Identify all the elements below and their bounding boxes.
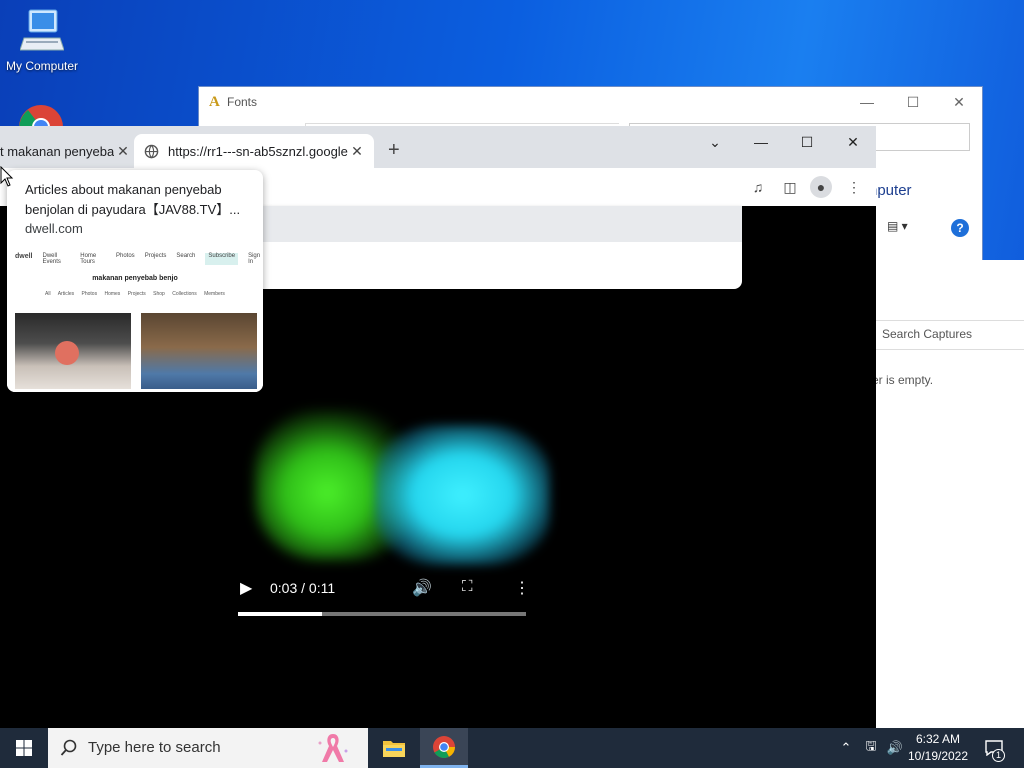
preview-nav-item: Search bbox=[176, 253, 196, 259]
windows-logo-icon bbox=[16, 740, 32, 756]
preview-heading: makanan penyebab benjo bbox=[92, 275, 178, 282]
preview-category: Members bbox=[204, 291, 225, 297]
close-button[interactable]: ✕ bbox=[936, 87, 982, 117]
more-options-icon[interactable]: ⋮ bbox=[514, 578, 530, 598]
video-progress-bar[interactable] bbox=[238, 612, 526, 616]
preview-image-2 bbox=[141, 313, 257, 389]
minimize-button[interactable]: — bbox=[738, 126, 784, 158]
mouse-cursor-icon bbox=[0, 166, 14, 187]
clock-time: 6:32 AM bbox=[915, 732, 961, 746]
search-placeholder: Type here to search bbox=[88, 739, 221, 756]
preview-nav: dwell Dwell Events Home Tours Photos Pro… bbox=[15, 253, 263, 265]
clock-date: 10/19/2022 bbox=[907, 749, 969, 763]
view-options-icon[interactable]: ▤ ▾ bbox=[887, 219, 908, 233]
preview-nav-item: Projects bbox=[144, 253, 167, 259]
font-a-icon: A bbox=[209, 94, 220, 110]
start-button[interactable] bbox=[0, 728, 48, 768]
tab-close-icon[interactable]: ✕ bbox=[348, 143, 366, 160]
desktop-icon-label: My Computer bbox=[5, 59, 79, 73]
tab-strip: t makanan penyeba ✕ https://rr1---sn-ab5… bbox=[0, 126, 876, 168]
notification-count-badge: 1 bbox=[992, 749, 1005, 762]
maximize-button[interactable]: ☐ bbox=[890, 87, 936, 117]
media-control-icon[interactable]: ♫ bbox=[747, 176, 769, 198]
captures-panel: Search Captures er is empty. bbox=[872, 260, 1024, 728]
desktop-icon-my-computer[interactable]: My Computer bbox=[0, 8, 84, 73]
search-icon bbox=[60, 739, 77, 756]
empty-message: er is empty. bbox=[872, 373, 934, 387]
taskbar-file-explorer[interactable] bbox=[370, 728, 418, 768]
preview-category: Articles bbox=[57, 291, 82, 297]
chrome-icon bbox=[19, 105, 63, 128]
preview-category: Photos bbox=[81, 291, 105, 297]
help-icon[interactable]: ? bbox=[951, 219, 969, 237]
video-frame-cyan bbox=[375, 425, 550, 565]
side-panel-icon[interactable]: ◫ bbox=[779, 176, 801, 198]
play-icon[interactable]: ▶ bbox=[240, 578, 252, 598]
profile-icon[interactable]: ● bbox=[810, 176, 832, 198]
tab-title: t makanan penyeba bbox=[0, 143, 114, 159]
preview-categories: All Articles Photos Homes Projects Shop … bbox=[7, 291, 263, 297]
fullscreen-icon[interactable]: ⛶ bbox=[462, 578, 473, 595]
taskbar: Type here to search ⌃ 🖫 🔊 6:32 AM 10/19/… bbox=[0, 728, 1024, 768]
preview-category: All bbox=[45, 291, 58, 297]
taskbar-clock[interactable]: 6:32 AM 10/19/2022 bbox=[900, 731, 976, 765]
tab-close-icon[interactable]: ✕ bbox=[114, 143, 132, 160]
computer-icon bbox=[19, 9, 65, 51]
video-controls: ▶ 0:03 / 0:11 🔊 ⛶ ⋮ bbox=[230, 572, 535, 622]
minimize-button[interactable]: — bbox=[844, 87, 890, 117]
taskbar-search-box[interactable]: Type here to search bbox=[48, 728, 368, 768]
preview-nav-item: Home Tours bbox=[80, 253, 97, 265]
hover-card-domain: dwell.com bbox=[25, 221, 83, 236]
show-hidden-icons-chevron-icon[interactable]: ⌃ bbox=[836, 728, 856, 768]
desktop-icon-chrome[interactable] bbox=[18, 104, 64, 128]
video-progress-fill bbox=[238, 612, 322, 616]
maximize-button[interactable]: ☐ bbox=[784, 126, 830, 158]
preview-nav-item: Dwell Events bbox=[42, 253, 61, 265]
close-button[interactable]: ✕ bbox=[830, 126, 876, 158]
preview-subscribe: Subscribe bbox=[205, 253, 239, 265]
new-tab-button[interactable]: + bbox=[388, 139, 400, 162]
omnibox-suggestion[interactable] bbox=[234, 206, 742, 242]
preview-category: Shop bbox=[153, 291, 173, 297]
search-captures-input[interactable]: Search Captures bbox=[876, 320, 1024, 350]
preview-signin: Sign In bbox=[248, 253, 261, 265]
hover-card-title: Articles about makanan penyebab benjolan… bbox=[25, 182, 241, 217]
omnibox-dropdown bbox=[234, 206, 742, 289]
preview-image-1 bbox=[15, 313, 131, 389]
preview-category: Homes bbox=[104, 291, 128, 297]
globe-icon bbox=[134, 144, 168, 159]
preview-brand: dwell bbox=[15, 253, 33, 260]
tab-dwell[interactable]: t makanan penyeba ✕ bbox=[0, 134, 132, 168]
tab-hover-card: Articles about makanan penyebab benjolan… bbox=[7, 170, 263, 392]
hover-card-preview: dwell Dwell Events Home Tours Photos Pro… bbox=[7, 245, 263, 392]
tab-title: https://rr1---sn-ab5sznzl.googlev bbox=[168, 143, 348, 159]
tab-search-chevron-icon[interactable]: ⌄ bbox=[692, 126, 738, 158]
tab-video[interactable]: https://rr1---sn-ab5sznzl.googlev ✕ bbox=[134, 134, 374, 168]
action-center-button[interactable]: 1 bbox=[980, 728, 1008, 768]
pink-ribbon-icon bbox=[318, 734, 348, 762]
menu-kebab-icon[interactable]: ⋮ bbox=[843, 176, 865, 198]
folder-icon bbox=[383, 741, 405, 757]
network-icon[interactable]: 🖫 bbox=[860, 728, 882, 768]
preview-nav-item: Photos bbox=[116, 253, 135, 259]
video-time: 0:03 / 0:11 bbox=[270, 580, 336, 596]
chrome-icon bbox=[433, 735, 455, 758]
preview-category: Collections bbox=[172, 291, 205, 297]
taskbar-chrome[interactable] bbox=[420, 728, 468, 768]
fonts-window-title: Fonts bbox=[227, 95, 258, 109]
preview-category: Projects bbox=[127, 291, 154, 297]
volume-icon[interactable]: 🔊 bbox=[412, 578, 432, 598]
